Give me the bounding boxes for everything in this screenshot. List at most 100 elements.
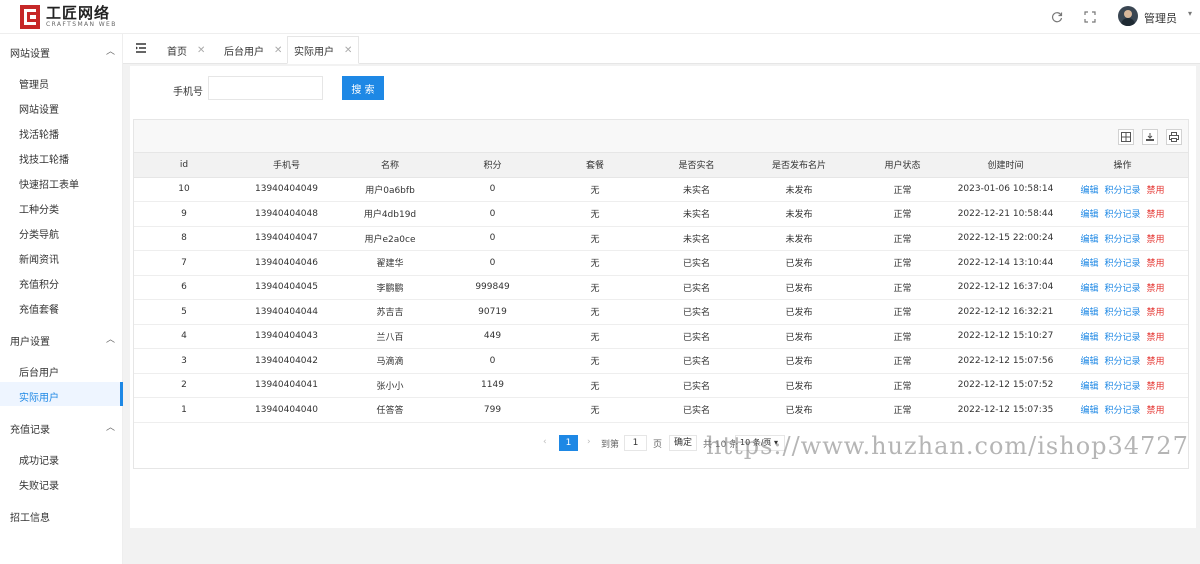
sidebar-item-real-users[interactable]: 实际用户 <box>19 389 59 404</box>
cell-points: 799 <box>441 397 544 423</box>
ban-link[interactable]: 禁用 <box>1147 308 1165 318</box>
sidebar-item-quick-hire-form[interactable]: 快速招工表单 <box>19 176 79 191</box>
cell-created-at: 2022-12-12 15:07:56 <box>954 348 1057 374</box>
tab-real-users[interactable]: 实际用户 ✕ <box>287 36 360 64</box>
page-size-select[interactable]: 10 条/页 ▾ <box>735 435 785 451</box>
edit-link[interactable]: 编辑 <box>1080 210 1098 220</box>
close-icon[interactable]: ✕ <box>344 45 352 56</box>
sidebar-item-job-carousel[interactable]: 找活轮播 <box>19 126 59 141</box>
goto-page-input[interactable]: 1 <box>624 435 647 451</box>
chevron-left-icon[interactable]: ‹ <box>543 437 547 447</box>
phone-search-input[interactable] <box>208 76 323 100</box>
col-name: 名称 <box>339 153 441 178</box>
edit-link[interactable]: 编辑 <box>1080 186 1098 196</box>
points-record-link[interactable]: 积分记录 <box>1104 382 1140 392</box>
columns-filter-icon[interactable] <box>1118 129 1134 145</box>
chevron-up-icon[interactable]: ︿ <box>106 44 115 57</box>
avatar[interactable] <box>1118 6 1138 26</box>
edit-link[interactable]: 编辑 <box>1080 259 1098 269</box>
cell-package: 无 <box>544 373 646 398</box>
sidebar-group-hiring-info[interactable]: 招工信息 <box>10 509 50 524</box>
cell-card-published: 未发布 <box>747 226 851 251</box>
edit-link[interactable]: 编辑 <box>1080 284 1098 294</box>
edit-link[interactable]: 编辑 <box>1080 357 1098 367</box>
cell-name: 李鹏鹏 <box>339 275 441 300</box>
sidebar-item-category-nav[interactable]: 分类导航 <box>19 226 59 241</box>
export-icon[interactable] <box>1142 129 1158 145</box>
sidebar-item-admin[interactable]: 管理员 <box>19 76 49 91</box>
tab-home[interactable]: 首页 ✕ <box>161 36 211 64</box>
sidebar-group-site-settings[interactable]: 网站设置 <box>10 45 50 60</box>
search-button[interactable]: 搜 索 <box>342 76 384 100</box>
ban-link[interactable]: 禁用 <box>1147 259 1165 269</box>
sidebar-item-news[interactable]: 新闻资讯 <box>19 251 59 266</box>
ban-link[interactable]: 禁用 <box>1147 186 1165 196</box>
sidebar-item-recharge-points[interactable]: 充值积分 <box>19 276 59 291</box>
ban-link[interactable]: 禁用 <box>1147 235 1165 245</box>
ban-link[interactable]: 禁用 <box>1147 406 1165 416</box>
close-icon[interactable]: ✕ <box>274 45 282 56</box>
points-record-link[interactable]: 积分记录 <box>1104 210 1140 220</box>
sidebar-item-recharge-package[interactable]: 充值套餐 <box>19 301 59 316</box>
cell-points: 449 <box>441 324 544 349</box>
sidebar-group-user-settings[interactable]: 用户设置 <box>10 333 50 348</box>
points-record-link[interactable]: 积分记录 <box>1104 284 1140 294</box>
edit-link[interactable]: 编辑 <box>1080 382 1098 392</box>
ban-link[interactable]: 禁用 <box>1147 333 1165 343</box>
goto-confirm-button[interactable]: 确定 <box>669 435 697 451</box>
tab-backend-users[interactable]: 后台用户 ✕ <box>218 36 288 64</box>
cell-package: 无 <box>544 201 646 227</box>
cell-package: 无 <box>544 275 646 300</box>
cell-name: 马滴滴 <box>339 348 441 374</box>
brand-title: 工匠网络 <box>46 4 111 22</box>
sidebar-group-recharge-records[interactable]: 充值记录 <box>10 421 50 436</box>
cell-verified: 已实名 <box>646 397 747 423</box>
cell-actions: 编辑 积分记录 禁用 <box>1057 324 1188 349</box>
chevron-up-icon[interactable]: ︿ <box>106 420 115 433</box>
sidebar-item-site-settings[interactable]: 网站设置 <box>19 101 59 116</box>
print-icon[interactable] <box>1166 129 1182 145</box>
table-row: 10 13940404049 用户0a6bfb 0 无未实名 未发布 正常 2023-01-0… <box>134 177 1188 202</box>
total-count: 共 10 条 <box>703 440 739 450</box>
points-record-link[interactable]: 积分记录 <box>1104 186 1140 196</box>
col-points: 积分 <box>441 153 544 178</box>
page-current[interactable]: 1 <box>559 435 578 451</box>
chevron-up-icon[interactable]: ︿ <box>106 332 115 345</box>
edit-link[interactable]: 编辑 <box>1080 406 1098 416</box>
chevron-right-icon[interactable]: › <box>587 437 591 447</box>
ban-link[interactable]: 禁用 <box>1147 382 1165 392</box>
sidebar-item-worker-carousel[interactable]: 找技工轮播 <box>19 151 69 166</box>
col-phone: 手机号 <box>234 153 339 178</box>
sidebar-item-failed-records[interactable]: 失败记录 <box>19 477 59 492</box>
refresh-icon[interactable] <box>1050 10 1064 24</box>
ban-link[interactable]: 禁用 <box>1147 284 1165 294</box>
close-icon[interactable]: ✕ <box>197 45 205 56</box>
menu-toggle-icon[interactable] <box>135 42 147 54</box>
cell-name: 任答答 <box>339 397 441 423</box>
points-record-link[interactable]: 积分记录 <box>1104 235 1140 245</box>
points-record-link[interactable]: 积分记录 <box>1104 357 1140 367</box>
sidebar-item-backend-users[interactable]: 后台用户 <box>19 364 59 379</box>
cell-status: 正常 <box>851 299 954 325</box>
ban-link[interactable]: 禁用 <box>1147 210 1165 220</box>
sidebar-item-trade-category[interactable]: 工种分类 <box>19 201 59 216</box>
cell-actions: 编辑 积分记录 禁用 <box>1057 226 1188 251</box>
cell-actions: 编辑 积分记录 禁用 <box>1057 348 1188 374</box>
chevron-down-icon[interactable]: ▾ <box>1188 9 1192 18</box>
edit-link[interactable]: 编辑 <box>1080 333 1098 343</box>
points-record-link[interactable]: 积分记录 <box>1104 333 1140 343</box>
points-record-link[interactable]: 积分记录 <box>1104 259 1140 269</box>
points-record-link[interactable]: 积分记录 <box>1104 406 1140 416</box>
cell-id: 1 <box>134 397 234 423</box>
edit-link[interactable]: 编辑 <box>1080 235 1098 245</box>
ban-link[interactable]: 禁用 <box>1147 357 1165 367</box>
cell-points: 90719 <box>441 299 544 325</box>
page-unit-label: 页 <box>653 440 663 450</box>
points-record-link[interactable]: 积分记录 <box>1104 308 1140 318</box>
table-row: 7 13940404046 翟建华 0 无已实名 已发布 正常 2022-12-14 13:1… <box>134 250 1188 276</box>
cell-id: 8 <box>134 226 234 251</box>
fullscreen-icon[interactable] <box>1083 10 1097 24</box>
sidebar-item-success-records[interactable]: 成功记录 <box>19 452 59 467</box>
edit-link[interactable]: 编辑 <box>1080 308 1098 318</box>
admin-name[interactable]: 管理员 <box>1144 10 1177 26</box>
